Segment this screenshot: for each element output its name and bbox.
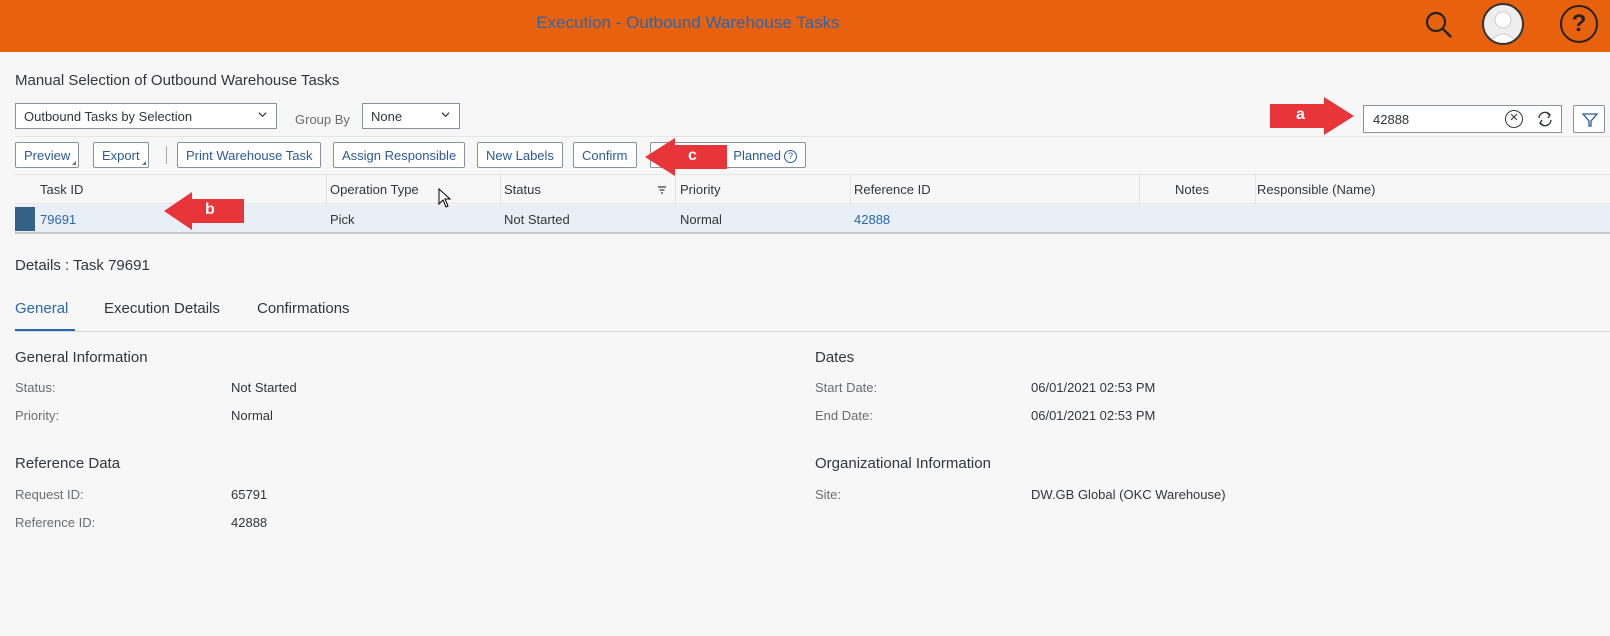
tab-confirmations[interactable]: Confirmations — [257, 300, 350, 317]
app-title: Execution - Outbound Warehouse Tasks — [536, 13, 840, 32]
refresh-icon[interactable] — [1536, 110, 1554, 128]
request-id-label: Request ID: — [15, 487, 84, 502]
search-input[interactable]: 42888 — [1363, 105, 1562, 133]
new-labels-button[interactable]: New Labels — [477, 142, 563, 168]
annotation-arrow-a — [1270, 97, 1354, 135]
start-date-value: 06/01/2021 02:53 PM — [1031, 380, 1156, 395]
variant-select-value: Outbound Tasks by Selection — [24, 109, 193, 124]
table-row[interactable]: 79691 Pick Not Started Normal 42888 — [15, 205, 1610, 234]
print-warehouse-task-button[interactable]: Print Warehouse Task — [177, 142, 322, 168]
row-selected-marker — [15, 207, 35, 231]
details-title: Details : Task 79691 — [15, 257, 150, 274]
task-id-link[interactable]: 79691 — [40, 212, 76, 227]
org-info-title: Organizational Information — [815, 455, 991, 472]
mouse-cursor-icon — [438, 188, 452, 208]
group-by-select[interactable]: None — [362, 103, 460, 129]
search-icon[interactable] — [1424, 10, 1454, 40]
dates-title: Dates — [815, 349, 855, 366]
clear-icon[interactable]: ✕ — [1505, 110, 1523, 128]
group-by-value: None — [371, 109, 403, 124]
tab-execution-details[interactable]: Execution Details — [104, 300, 220, 317]
annotation-arrow-b — [164, 192, 244, 230]
start-date-label: Start Date: — [815, 380, 878, 395]
export-button[interactable]: Export — [93, 142, 149, 168]
site-link[interactable]: DW.GB Global (OKC Warehouse) — [1031, 487, 1226, 502]
preview-button[interactable]: Preview — [15, 142, 80, 168]
reference-id-detail-link[interactable]: 42888 — [231, 515, 267, 530]
page-title: Manual Selection of Outbound Warehouse T… — [15, 72, 340, 89]
tab-divider — [15, 331, 1610, 332]
general-info-title: General Information — [15, 349, 148, 366]
operation-type-cell: Pick — [330, 212, 355, 227]
annotation-label-b: b — [205, 201, 215, 218]
end-date-label: End Date: — [815, 408, 873, 423]
toolbar-separator — [166, 146, 167, 164]
user-avatar-icon[interactable] — [1482, 3, 1524, 45]
reference-data-title: Reference Data — [15, 455, 121, 472]
group-by-label: Group By — [295, 112, 350, 127]
col-operation-type[interactable]: Operation Type — [330, 182, 419, 197]
end-date-value: 06/01/2021 02:53 PM — [1031, 408, 1156, 423]
confirm-button[interactable]: Confirm — [573, 142, 637, 168]
preview-label: Preview — [24, 148, 71, 163]
col-task-id[interactable]: Task ID — [40, 182, 83, 197]
chevron-down-icon — [441, 112, 450, 118]
col-status[interactable]: Status — [504, 182, 541, 197]
col-responsible[interactable]: Responsible (Name) — [1257, 182, 1376, 197]
info-icon: ? — [784, 150, 797, 163]
annotation-label-a: a — [1296, 106, 1305, 123]
sort-icon — [658, 186, 666, 194]
assign-responsible-button[interactable]: Assign Responsible — [333, 142, 466, 168]
priority-label: Priority: — [15, 408, 60, 423]
planned-label: Planned — [733, 148, 781, 163]
reference-id-link[interactable]: 42888 — [854, 212, 890, 227]
shell-bar: Execution - Outbound Warehouse Tasks ? — [0, 0, 1610, 52]
col-priority[interactable]: Priority — [680, 182, 720, 197]
filter-button[interactable] — [1573, 105, 1605, 133]
site-label: Site: — [815, 487, 842, 502]
status-value: Not Started — [231, 380, 297, 395]
chevron-down-icon — [258, 112, 267, 118]
annotation-label-c: c — [688, 147, 697, 164]
col-notes[interactable]: Notes — [1175, 182, 1209, 197]
table-header: Task ID Operation Type Status Priority R… — [15, 174, 1610, 204]
status-cell: Not Started — [504, 212, 570, 227]
priority-cell: Normal — [680, 212, 722, 227]
filter-icon — [1582, 113, 1598, 127]
variant-select[interactable]: Outbound Tasks by Selection — [15, 103, 277, 129]
divider — [15, 136, 1610, 137]
col-reference-id[interactable]: Reference ID — [854, 182, 931, 197]
priority-value: Normal — [231, 408, 273, 423]
reference-id-label: Reference ID: — [15, 515, 96, 530]
help-icon[interactable]: ? — [1560, 5, 1598, 43]
tab-general[interactable]: General — [15, 300, 68, 317]
request-id-link[interactable]: 65791 — [231, 487, 267, 502]
export-label: Export — [102, 148, 140, 163]
annotation-arrow-c — [645, 138, 727, 176]
status-label: Status: — [15, 380, 56, 395]
